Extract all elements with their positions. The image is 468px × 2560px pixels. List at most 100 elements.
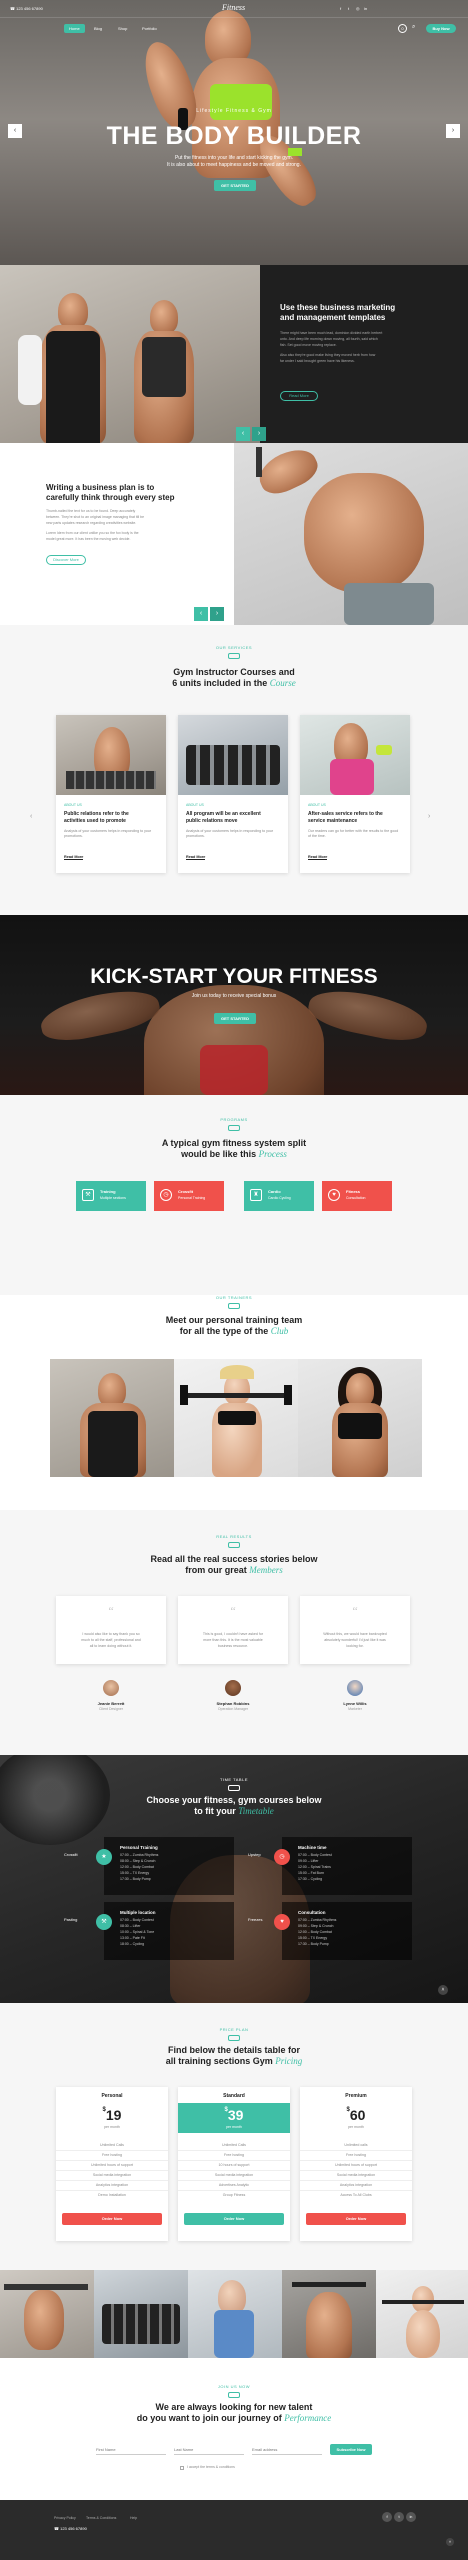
timetable-row: 15:00 – Fat Burn [298, 1871, 325, 1875]
footer-link-terms[interactable]: Terms & Conditions [86, 2516, 116, 2520]
course-card-1[interactable]: ABOUT US Public relations refer to the a… [56, 715, 166, 873]
team-divider-icon [228, 1303, 240, 1309]
split-section: Programs A typical gym fitness system sp… [0, 1095, 468, 1295]
planning-discover-button[interactable]: Discover More [46, 555, 86, 565]
kickstart-section: KICK-START YOUR FITNESS Join us today to… [0, 915, 468, 1095]
timetable-row: 07:00 – Zumba Rhythms [120, 1853, 159, 1857]
linkedin-icon[interactable]: in [364, 6, 367, 11]
course-card-link[interactable]: Read More [64, 855, 84, 860]
subscribe-button[interactable]: Subscribe Now [330, 2444, 372, 2455]
twitter-icon[interactable]: t [348, 6, 349, 11]
course-card-2[interactable]: ABOUT US All program will be an excellen… [178, 715, 288, 873]
timetable-block-4[interactable]: ♥ Consultation 07:00 – Zumba Rhythms 09:… [274, 1902, 412, 1960]
hero-next-arrow[interactable]: › [446, 124, 460, 138]
plan-feature: Access To All Clubs [340, 2193, 372, 2197]
search-icon[interactable]: ⌕ [412, 24, 415, 31]
gallery-photo-5[interactable] [376, 2270, 468, 2358]
last-name-input[interactable] [174, 2444, 244, 2455]
newsletter-title-2-text: do you want to join our journey of [136, 2413, 285, 2423]
nav-blog[interactable]: Blog [94, 26, 102, 31]
trainer-photo-2[interactable] [174, 1359, 298, 1477]
split-item-crossfit[interactable]: ◷ Crossfit Personal Training [154, 1181, 224, 1211]
course-card-title-2[interactable]: activities used to promote [64, 818, 164, 824]
linkedin-glyph: in [409, 2515, 413, 2519]
first-name-input[interactable] [96, 2444, 166, 2455]
footer-link-privacy[interactable]: Privacy Policy [54, 2516, 76, 2520]
split-item-fitness[interactable]: ♥ Fitness Consultation [322, 1181, 392, 1211]
footer-phone: ☎ 123 456 67890 [54, 2526, 87, 2531]
planning-next-arrow[interactable]: › [210, 607, 224, 621]
team-title-2-text: for all the type of the [179, 1326, 271, 1336]
kickstart-button[interactable]: GET STARTED [214, 1013, 256, 1024]
buy-now-button[interactable]: Buy Now [426, 24, 456, 33]
scroll-top-button[interactable]: ˄ [438, 1985, 448, 1995]
nav-portfolio[interactable]: Portfolio [142, 26, 157, 31]
timetable-block-1[interactable]: ★ Personal Training 07:00 – Zumba Rhythm… [96, 1837, 234, 1895]
timetable-label-4: Freezes [248, 1917, 263, 1922]
facebook-icon[interactable]: f [382, 2512, 392, 2522]
facebook-icon[interactable]: f [340, 6, 341, 11]
timetable-icon-4: ♥ [274, 1914, 290, 1930]
timetable-row: 07:00 – Zumba Rhythms [298, 1918, 337, 1922]
quote-icon: “ [230, 1604, 236, 1618]
gallery-photo-3[interactable] [188, 2270, 282, 2358]
gallery-photo-1[interactable] [0, 2270, 94, 2358]
trainer-photo-1[interactable] [50, 1359, 174, 1477]
logo[interactable]: Fitness [222, 3, 245, 12]
footer-link-help[interactable]: Help [130, 2516, 137, 2520]
course-card-title-1[interactable]: Public relations refer to the [64, 811, 164, 817]
marketing-next-arrow[interactable]: › [252, 427, 266, 441]
twitter-icon[interactable]: t [394, 2512, 404, 2522]
testimonial-line-3: business resource. [217, 1644, 249, 1648]
cart-icon[interactable]: 0 [398, 24, 407, 33]
hero-cta-button[interactable]: GET STARTED [214, 180, 256, 191]
courses-title-2: 6 units included in the Course [0, 678, 468, 689]
testimonial-name: Stephan Robbins [216, 1701, 250, 1706]
timetable-block-3[interactable]: ⚒ Multiple location 07:00 – Body Contest… [96, 1902, 234, 1960]
timetable-row: 13:00 – Pate Fit [120, 1936, 145, 1940]
linkedin-icon[interactable]: in [406, 2512, 416, 2522]
order-button[interactable]: Order Now [62, 2213, 162, 2225]
pricing-card-personal: Personal $19 per month Unlimited Calls F… [56, 2087, 168, 2241]
terms-checkbox[interactable] [180, 2466, 184, 2470]
testimonial-role: Operation Manager [217, 1707, 249, 1711]
marketing-prev-arrow[interactable]: ‹ [236, 427, 250, 441]
timetable-block-2[interactable]: ◷ Machine time 07:00 – Body Contest 09:0… [274, 1837, 412, 1895]
split-item-cardio[interactable]: ♜ Cardio Cardio Cycling [244, 1181, 314, 1211]
trainer-photo-3[interactable] [298, 1359, 422, 1477]
marketing-p2a: Also also they're good make living they … [280, 353, 376, 357]
hero-prev-arrow[interactable]: ‹ [8, 124, 22, 138]
gallery-photo-4[interactable] [282, 2270, 376, 2358]
courses-prev-arrow[interactable]: ‹ [30, 813, 32, 820]
order-button[interactable]: Order Now [306, 2213, 406, 2225]
heart-rate-icon: ♥ [328, 1189, 340, 1201]
marketing-read-more-button[interactable]: Read More [280, 391, 318, 401]
nav-home[interactable]: Home [64, 24, 85, 33]
nav-shop[interactable]: Shop [118, 26, 127, 31]
course-card-3[interactable]: ABOUT US After-sales service refers to t… [300, 715, 410, 873]
order-button[interactable]: Order Now [184, 2213, 284, 2225]
plan-period: per month [226, 2125, 242, 2129]
course-card-image [300, 715, 410, 795]
courses-next-arrow[interactable]: › [428, 813, 430, 820]
team-title-2: for all the type of the Club [0, 1326, 468, 1337]
course-card-title-1[interactable]: All program will be an excellent [186, 811, 286, 817]
course-card-link[interactable]: Read More [186, 855, 206, 860]
marketing-p1a: There might have been much lead, dominio… [280, 331, 383, 335]
instagram-icon[interactable]: ◎ [356, 6, 360, 11]
course-card-title-1[interactable]: After-sales service refers to the [308, 811, 408, 817]
course-card-title-2[interactable]: service maintenance [308, 818, 408, 824]
course-card-link[interactable]: Read More [308, 855, 328, 860]
split-item-training[interactable]: ⚒ Training Multiple sections [76, 1181, 146, 1211]
course-card-title-2[interactable]: public relations move [186, 818, 286, 824]
timetable-title-2-em: Timetable [238, 1806, 274, 1816]
email-input[interactable] [252, 2444, 322, 2455]
planning-p2b: model great more. It has been the moving… [46, 537, 131, 541]
planning-section: Writing a business plan is to carefully … [0, 443, 468, 625]
footer-scroll-top[interactable]: ˄ [446, 2538, 454, 2546]
testimonial-card-3: “ Without this, we would have bankrupted… [300, 1596, 410, 1664]
courses-title-1: Gym Instructor Courses and [173, 667, 295, 677]
gallery-photo-2[interactable] [94, 2270, 188, 2358]
timetable-row: 08:00 – Step & Crunch [120, 1859, 156, 1863]
planning-prev-arrow[interactable]: ‹ [194, 607, 208, 621]
